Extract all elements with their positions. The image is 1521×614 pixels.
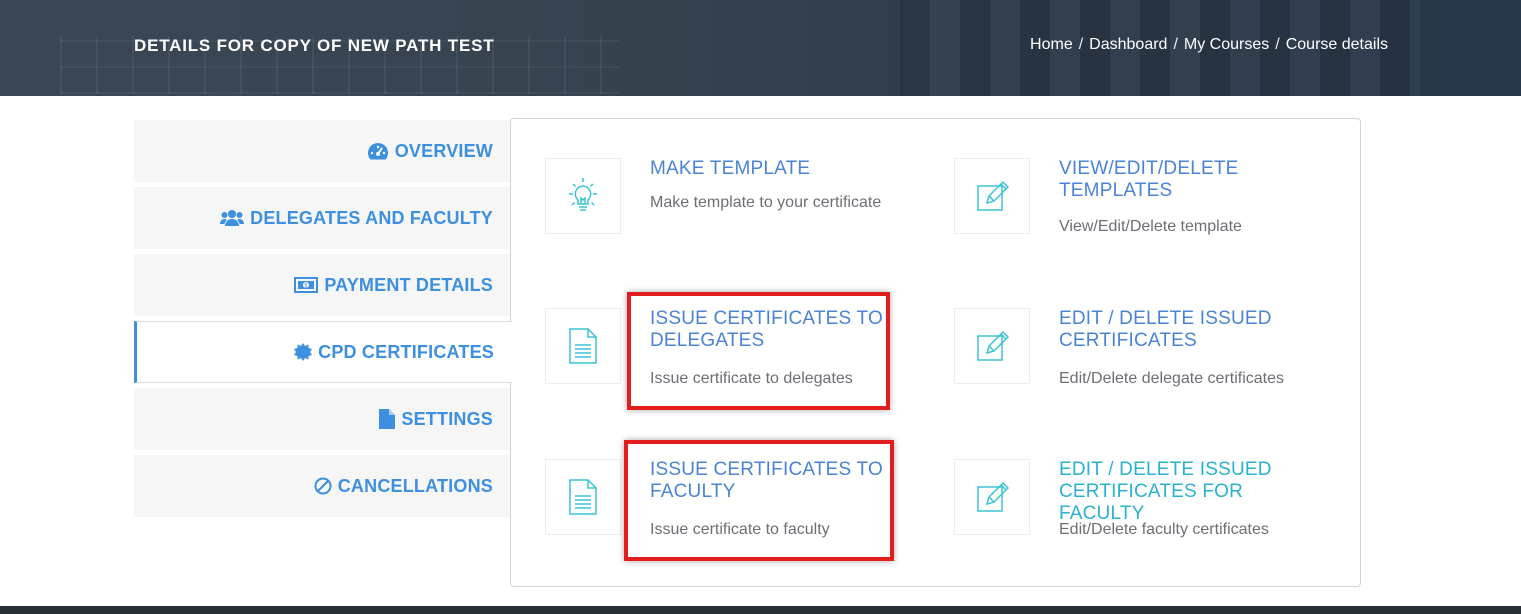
card-description: View/Edit/Delete template <box>1059 218 1242 235</box>
money-icon: 1 <box>294 277 319 293</box>
card-title[interactable]: MAKE TEMPLATE <box>650 158 910 180</box>
svg-text:1: 1 <box>305 284 309 290</box>
document-icon <box>545 459 621 535</box>
tab-label: CANCELLATIONS <box>337 475 493 496</box>
card-title[interactable]: EDIT / DELETE ISSUED CERTIFICATES FOR FA… <box>1059 459 1329 525</box>
card-edit-delete-issued-certificates[interactable]: EDIT / DELETE ISSUED CERTIFICATES Edit/D… <box>954 308 1334 398</box>
breadcrumb: Home / Dashboard / My Courses / Course d… <box>1030 36 1388 54</box>
page-header-banner: DETAILS FOR COPY OF NEW PATH TEST Home /… <box>0 0 1521 96</box>
card-edit-delete-faculty-certificates[interactable]: EDIT / DELETE ISSUED CERTIFICATES FOR FA… <box>954 459 1334 549</box>
tab-payment-details[interactable]: 1 PAYMENT DETAILS <box>134 254 511 316</box>
breadcrumb-separator: / <box>1173 36 1178 53</box>
card-make-template[interactable]: MAKE TEMPLATE Make template to your cert… <box>545 158 925 238</box>
tab-cpd-certificates[interactable]: CPD CERTIFICATES <box>134 321 512 383</box>
tab-cancellations[interactable]: CANCELLATIONS <box>134 455 511 517</box>
document-icon <box>545 308 621 384</box>
tab-settings[interactable]: SETTINGS <box>134 388 511 450</box>
breadcrumb-my-courses[interactable]: My Courses <box>1184 36 1269 54</box>
tab-label: OVERVIEW <box>394 140 493 161</box>
breadcrumb-separator: / <box>1078 36 1084 53</box>
tab-label: CPD CERTIFICATES <box>318 341 494 362</box>
highlight-box-faculty <box>624 440 894 561</box>
tab-label: SETTINGS <box>401 408 493 429</box>
card-description: Edit/Delete faculty certificates <box>1059 521 1269 538</box>
ban-icon <box>314 477 332 495</box>
page-title: DETAILS FOR COPY OF NEW PATH TEST <box>134 36 495 55</box>
edit-icon <box>954 158 1030 234</box>
card-view-edit-delete-templates[interactable]: VIEW/EDIT/DELETE TEMPLATES View/Edit/Del… <box>954 158 1334 248</box>
card-title[interactable]: VIEW/EDIT/DELETE TEMPLATES <box>1059 158 1319 202</box>
breadcrumb-home[interactable]: Home <box>1030 36 1073 54</box>
users-icon <box>220 209 245 227</box>
tab-delegates-and-faculty[interactable]: DELEGATES AND FACULTY <box>134 187 511 249</box>
card-description: Make template to your certificate <box>650 194 882 211</box>
tab-label: DELEGATES AND FACULTY <box>250 207 493 228</box>
breadcrumb-course-details: Course details <box>1285 36 1388 53</box>
edit-icon <box>954 308 1030 384</box>
breadcrumb-separator: / <box>1275 36 1280 53</box>
tab-label: PAYMENT DETAILS <box>324 274 493 295</box>
file-icon <box>379 409 396 429</box>
lightbulb-icon <box>545 158 621 234</box>
card-title[interactable]: EDIT / DELETE ISSUED CERTIFICATES <box>1059 308 1319 352</box>
breadcrumb-dashboard[interactable]: Dashboard <box>1089 36 1167 54</box>
edit-icon <box>954 459 1030 535</box>
card-description: Edit/Delete delegate certificates <box>1059 370 1285 387</box>
side-tabs: OVERVIEW DELEGATES AND FACULTY 1 PAYMENT… <box>134 120 512 522</box>
highlight-box-delegates <box>627 292 890 410</box>
certificate-icon <box>294 343 313 361</box>
tachometer-icon <box>367 142 389 160</box>
footer-bar <box>0 606 1521 614</box>
tab-overview[interactable]: OVERVIEW <box>134 120 511 182</box>
